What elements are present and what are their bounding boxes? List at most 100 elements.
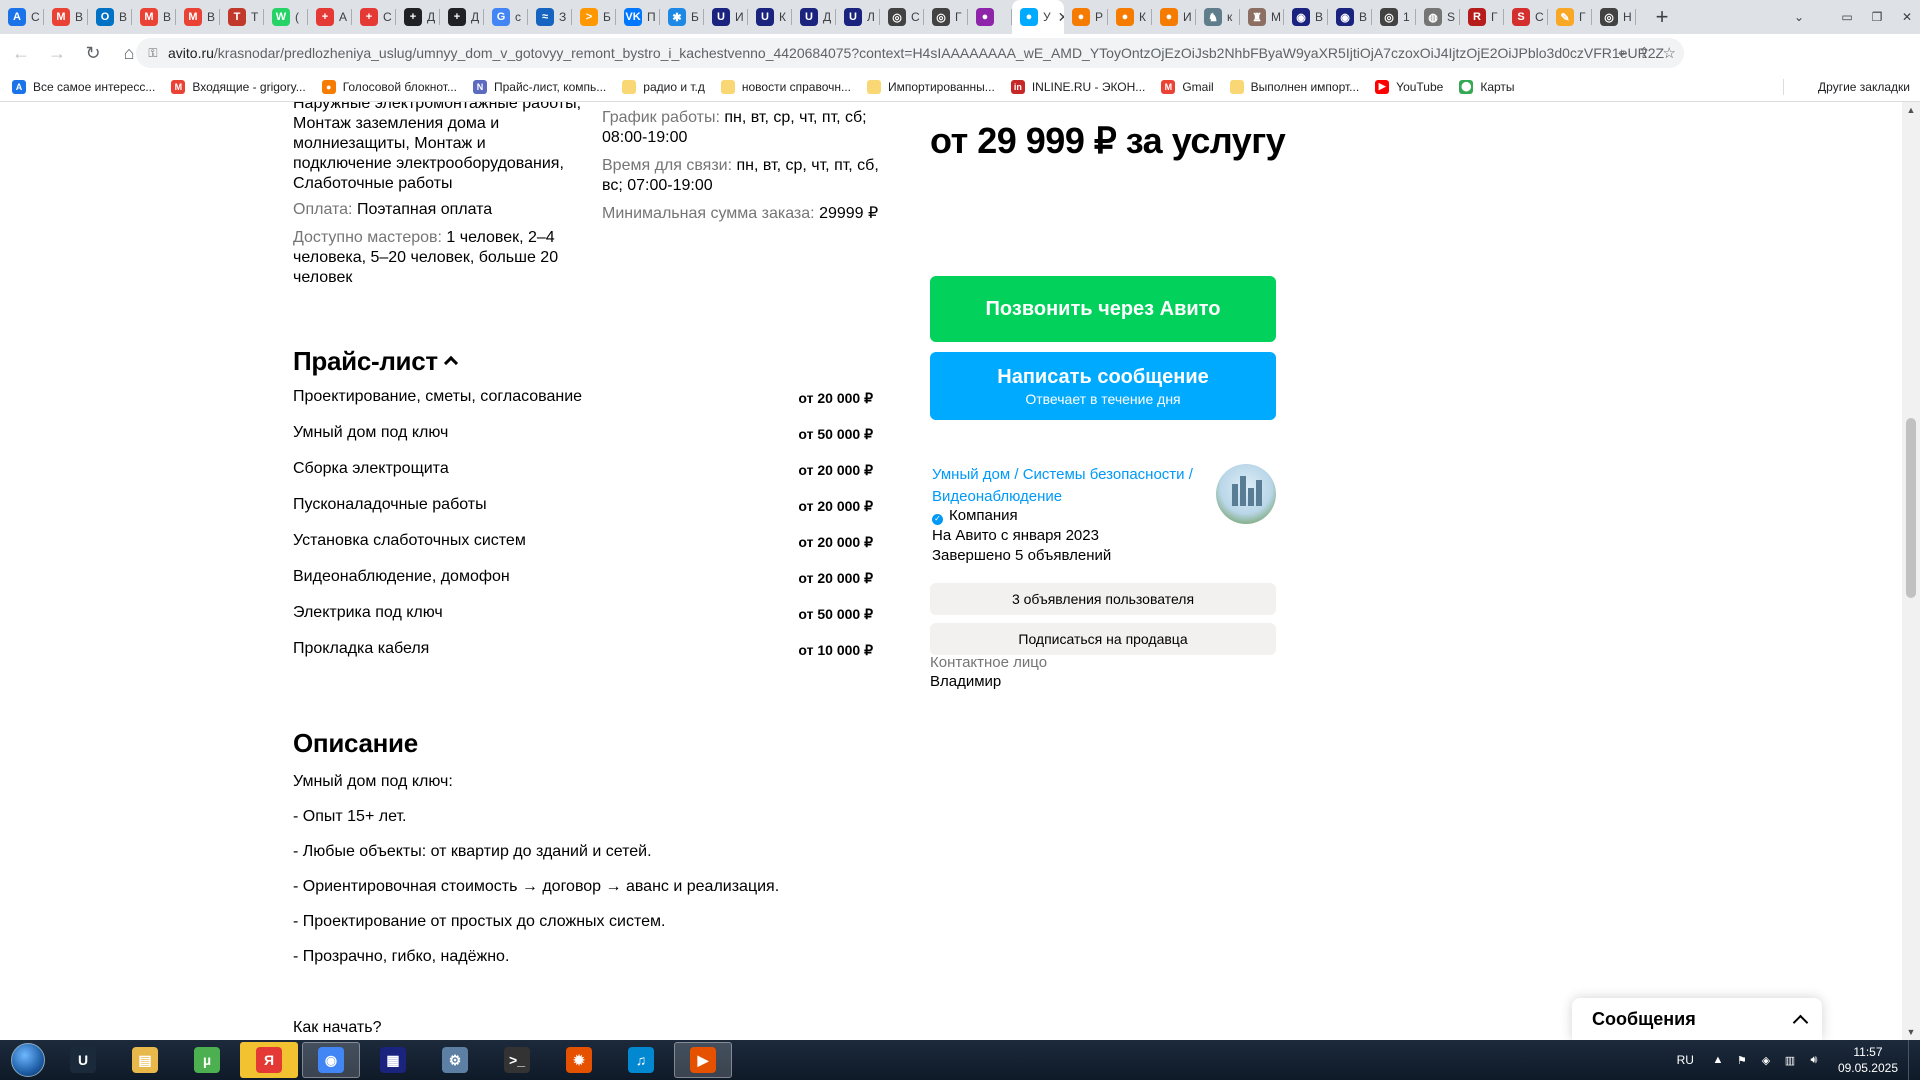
bookmark-item[interactable]: in INLINE.RU - ЭКОН... [1010, 79, 1145, 94]
browser-tab[interactable]: UЛ [836, 0, 880, 34]
browser-tab[interactable]: ♞ к [1196, 0, 1240, 34]
location-icon[interactable]: ⌖ [1618, 45, 1626, 62]
taskbar-app-explorer[interactable]: ▤ [116, 1042, 174, 1078]
back-icon[interactable]: ← [6, 38, 36, 68]
bookmark-item[interactable]: ▶ YouTube [1375, 79, 1443, 94]
browser-tab[interactable]: > Б [572, 0, 616, 34]
browser-tab[interactable]: SС [1504, 0, 1548, 34]
taskbar-app-app-u[interactable]: U [54, 1042, 112, 1078]
seller-avatar[interactable] [1216, 464, 1276, 524]
bookmark-item[interactable]: M Входящие - grigory... [171, 79, 306, 94]
taskbar-app-music[interactable]: ♫ [612, 1042, 670, 1078]
taskbar-app-chrome[interactable]: ◉ [302, 1042, 360, 1078]
browser-tab[interactable]: W( [264, 0, 308, 34]
browser-tab[interactable]: MВ [176, 0, 220, 34]
browser-tab[interactable]: ◎ Г [924, 0, 968, 34]
bookmark-star-icon[interactable]: ☆ [1663, 44, 1676, 62]
restore-icon[interactable]: ❐ [1864, 7, 1890, 27]
price-list-row: Пусконаладочные работы от 20 000 ₽ [293, 496, 873, 532]
browser-tab[interactable]: MВ [132, 0, 176, 34]
address-bar[interactable]: ⚿ avito.ru/krasnodar/predlozheniya_uslug… [136, 38, 1684, 68]
scrollbar-thumb[interactable] [1906, 418, 1916, 598]
bookmark-item[interactable]: ⬤ Карты [1459, 79, 1515, 94]
network-icon[interactable]: ▥ [1782, 1052, 1798, 1068]
taskbar-app-documents[interactable]: ▦ [364, 1042, 422, 1078]
browser-tab[interactable]: + Д [396, 0, 440, 34]
contact-time-info: Время для связи: пн, вт, ср, чт, пт, сб,… [602, 156, 892, 196]
language-indicator[interactable]: RU [1677, 1053, 1694, 1067]
other-bookmarks[interactable]: Другие закладки [1811, 72, 1910, 102]
taskbar-app-terminal[interactable]: >_ [488, 1042, 546, 1078]
bookmark-item[interactable]: N Прайс-лист, компь... [472, 79, 606, 94]
minimize-icon[interactable]: ▭ [1834, 7, 1860, 27]
bookmark-item[interactable]: M Gmail [1161, 79, 1214, 94]
show-desktop-button[interactable] [1908, 1040, 1920, 1080]
chevron-up-icon[interactable] [1792, 1014, 1809, 1030]
bookmark-item[interactable]: новости справочн... [720, 79, 851, 94]
browser-tab[interactable]: ◎ Н [1592, 0, 1636, 34]
share-icon[interactable]: ⇪ [1638, 44, 1651, 62]
reload-icon[interactable]: ↻ [78, 38, 108, 68]
browser-tab[interactable]: ♜ М [1240, 0, 1284, 34]
taskbar-app-yandex-browser[interactable]: Я [240, 1042, 298, 1078]
write-message-button[interactable]: Написать сообщение Отвечает в течение дн… [930, 352, 1276, 420]
browser-tab[interactable]: ✱ Б [660, 0, 704, 34]
browser-tab[interactable]: UИ [704, 0, 748, 34]
bookmark-item[interactable]: A Все самое интересс... [12, 79, 155, 94]
browser-tab[interactable]: ● К [1108, 0, 1152, 34]
price-list-toggle[interactable]: Прайс-лист [293, 346, 458, 377]
browser-tab[interactable]: ● И [1152, 0, 1196, 34]
page-scrollbar[interactable]: ▲ ▼ [1902, 102, 1920, 1040]
verified-badge-icon: ✓ [932, 513, 943, 525]
bookmark-item[interactable]: ● Голосовой блокнот... [321, 79, 457, 94]
browser-tab[interactable]: UК [748, 0, 792, 34]
seller-name-link[interactable]: Умный дом / Системы безопасности / Видео… [932, 464, 1222, 508]
scroll-up-icon[interactable]: ▲ [1902, 102, 1920, 118]
tab-active[interactable]: ● У ✕ [1012, 0, 1064, 34]
nvidia-icon[interactable]: ◈ [1758, 1052, 1774, 1068]
browser-tab[interactable]: ◎ С [880, 0, 924, 34]
browser-tab[interactable]: ● [968, 0, 1012, 34]
browser-tab[interactable]: Gс [484, 0, 528, 34]
browser-tab[interactable]: + А [308, 0, 352, 34]
subscribe-seller-button[interactable]: Подписаться на продавца [930, 623, 1276, 655]
browser-tab[interactable]: + Д [440, 0, 484, 34]
taskbar-app-tool[interactable]: ⚙ [426, 1042, 484, 1078]
browser-tab[interactable]: ◉ В [1328, 0, 1372, 34]
browser-tab[interactable]: VK П [616, 0, 660, 34]
scroll-down-icon[interactable]: ▼ [1902, 1024, 1920, 1040]
browser-tab[interactable]: ● Р [1064, 0, 1108, 34]
bookmark-item[interactable]: радио и т.д [622, 79, 705, 94]
new-tab-button[interactable]: + [1646, 1, 1678, 33]
browser-tab[interactable]: ◉ В [1284, 0, 1328, 34]
browser-tab[interactable]: ТТ [220, 0, 264, 34]
start-button[interactable] [6, 1040, 50, 1080]
tab-search-icon[interactable]: ⌄ [1786, 4, 1812, 30]
taskbar-app-utorrent[interactable]: µ [178, 1042, 236, 1078]
user-listings-button[interactable]: 3 объявления пользователя [930, 583, 1276, 615]
window-close-icon[interactable]: ✕ [1894, 7, 1920, 27]
bookmark-item[interactable]: Выполнен импорт... [1229, 79, 1359, 94]
browser-tab[interactable]: ✎ Г [1548, 0, 1592, 34]
browser-tab[interactable]: RГ [1460, 0, 1504, 34]
tray-expand-icon[interactable]: ▲ [1710, 1052, 1726, 1068]
forward-icon[interactable]: → [42, 38, 72, 68]
call-button[interactable]: Позвонить через Авито [930, 276, 1276, 342]
volume-icon[interactable]: 🔊︎ [1806, 1052, 1822, 1068]
taskbar-app-cat[interactable]: ✹ [550, 1042, 608, 1078]
browser-tab[interactable]: ◍ S [1416, 0, 1460, 34]
bookmark-item[interactable]: Импортированны... [867, 79, 995, 94]
url-text[interactable]: avito.ru/krasnodar/predlozheniya_uslug/u… [168, 45, 1664, 61]
browser-tab[interactable]: + С [352, 0, 396, 34]
browser-tab[interactable]: AС [0, 0, 44, 34]
browser-tab[interactable]: ≈ З [528, 0, 572, 34]
browser-tab[interactable]: MВ [44, 0, 88, 34]
clock[interactable]: 11:57 09.05.2025 [1838, 1044, 1898, 1076]
action-center-icon[interactable]: ⚑ [1734, 1052, 1750, 1068]
browser-tab[interactable]: OВ [88, 0, 132, 34]
taskbar-app-player[interactable]: ▶ [674, 1042, 732, 1078]
browser-tab[interactable]: ◎ 1 [1372, 0, 1416, 34]
messages-widget[interactable]: Сообщения [1572, 998, 1822, 1040]
browser-tab[interactable]: UД [792, 0, 836, 34]
site-info-icon[interactable]: ⚿ [146, 46, 160, 60]
